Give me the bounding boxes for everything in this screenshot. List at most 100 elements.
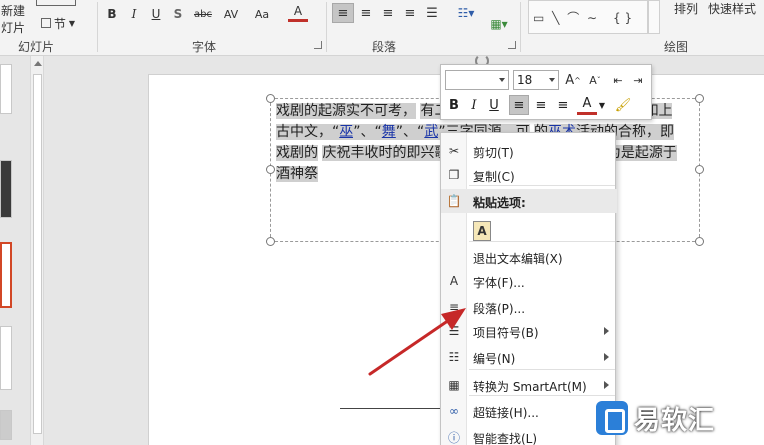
slide-thumbnail[interactable] [0,160,12,218]
mini-align-right-button[interactable]: ≡ [553,95,573,115]
resize-handle[interactable] [266,94,275,103]
slide-line-shape[interactable] [340,408,440,409]
shapes-gallery-scroll[interactable] [648,0,660,34]
paragraph-dialog-launcher[interactable] [508,41,516,49]
strikethrough-button[interactable]: abc [190,4,216,24]
menu-item-numbering[interactable]: ☷ 编号(N) [441,345,617,369]
scrollbar-thumb[interactable] [33,74,42,434]
mini-font-color-button[interactable]: A [577,95,597,115]
character-spacing-button[interactable]: AV [218,4,244,24]
hyperlink-text[interactable]: 舞 [381,124,396,140]
menu-item-label: 编号(N) [473,352,516,366]
change-case-button[interactable]: Aa [248,4,276,24]
chevron-down-icon[interactable]: ▼ [597,95,607,115]
bullets-icon: ☰ [448,324,460,338]
menu-item-paragraph[interactable]: ≡ 段落(P)... [441,295,617,319]
arrange-button[interactable]: 排列 [674,2,698,16]
justify-button[interactable]: ≡ [400,3,420,23]
mini-align-left-button[interactable]: ≡ [509,95,529,115]
menu-item-bullets[interactable]: ☰ 项目符号(B) [441,319,617,343]
new-slide-label: 新建 [0,4,25,18]
smartart-ribbon-icon: ▦▾ [490,17,508,31]
section-label: 节 [53,16,66,31]
smartart-icon: ▦ [448,378,460,392]
menu-item-font[interactable]: A 字体(F)... [441,269,617,293]
menu-item-cut[interactable]: ✂ 剪切(T) [441,139,617,163]
font-color-button[interactable]: A [288,2,308,22]
font-icon: A [449,274,459,288]
paste-text-only-icon: A [473,221,491,241]
menu-item-paste-text-only[interactable]: A [441,217,617,243]
resize-handle[interactable] [266,165,275,174]
menu-item-copy[interactable]: ❐ 复制(C) [441,163,617,187]
align-left-button[interactable]: ≡ [332,3,354,23]
convert-smartart-button[interactable]: ▦▾ [484,14,514,34]
paragraph-group-label: 段落 [372,40,397,54]
hyperlink-text[interactable]: 巫 [339,124,354,140]
mini-bold-button[interactable]: B [445,95,463,115]
menu-item-label: 退出文本编辑(X) [473,252,563,266]
text-run: ”、“ [395,124,425,140]
mini-align-center-button[interactable]: ≡ [531,95,551,115]
resize-handle[interactable] [695,237,704,246]
format-painter-button[interactable]: 🖌 [613,95,633,115]
menu-item-hyperlink[interactable]: ∞ 超链接(H)... [441,399,617,423]
group-divider [326,2,327,52]
menu-item-exit-edit[interactable]: 退出文本编辑(X) [441,245,617,269]
text-run: “ [374,124,382,140]
shapes-gallery[interactable]: ▭ ╲ ⌒ ∼ { } [528,0,648,34]
context-menu: ✂ 剪切(T) ❐ 复制(C) 📋 粘贴选项: A 退出文本编辑(X) A 字体(F)... ≡ 段落… [440,132,617,445]
columns-button[interactable]: ☷▾ [452,3,480,23]
font-name-combobox[interactable] [445,70,509,90]
underline-button[interactable]: U [148,4,164,24]
scroll-up-icon[interactable] [34,61,42,66]
smart-lookup-icon: ⓘ [447,430,460,445]
align-center-icon: ≡ [535,97,547,113]
slide-thumbnail[interactable] [0,410,12,440]
ribbon: 新建 灯片 节 ▼ 幻灯片 B I U S abc AV Aa A 字体 ≡ ≡… [0,0,764,56]
text-run: 庆祝丰收 [322,145,379,161]
section-button[interactable]: 节 ▼ [36,13,80,33]
font-size-combobox[interactable]: 18 [513,70,559,90]
distributed-button[interactable]: ☰ [422,3,442,23]
justify-icon: ≡ [404,5,416,21]
bold-button[interactable]: B [104,4,120,24]
slide-thumbnail[interactable] [0,64,12,114]
increase-indent-button[interactable]: ⇥ [629,71,647,89]
text-run: 有 [420,103,435,119]
slide-thumbnails-pane [0,56,30,445]
submenu-arrow-icon [604,327,609,335]
font-size-value: 18 [517,73,533,87]
grow-font-button[interactable]: A ^ [565,71,581,89]
italic-button[interactable]: I [126,4,142,24]
layout-icon[interactable] [36,0,76,6]
menu-item-smartart[interactable]: ▦ 转换为 SmartArt(M) [441,373,617,397]
mini-italic-button[interactable]: I [465,95,483,115]
align-right-button[interactable]: ≡ [378,3,398,23]
watermark: 易软汇 [596,398,715,438]
format-painter-icon: 🖌 [614,97,632,113]
increase-indent-icon: ⇥ [633,73,643,87]
quick-styles-button[interactable]: 快速样式 [708,2,756,16]
chevron-down-icon[interactable] [549,78,555,82]
slide-thumbnail-selected[interactable] [0,242,12,308]
resize-handle[interactable] [266,237,275,246]
menu-item-label: 段落(P)... [473,302,526,316]
submenu-arrow-icon [604,353,609,361]
thumbnails-scrollbar[interactable] [30,56,44,445]
resize-handle[interactable] [695,94,704,103]
chevron-down-icon: ▼ [68,18,76,28]
text-shadow-button[interactable]: S [170,4,186,24]
font-dialog-launcher[interactable] [314,41,322,49]
slide-thumbnail[interactable] [0,326,12,390]
menu-item-label: 智能查找(L) [473,432,538,445]
align-center-button[interactable]: ≡ [356,3,376,23]
menu-item-smart-lookup[interactable]: ⓘ 智能查找(L) [441,425,617,445]
mini-underline-button[interactable]: U [485,95,503,115]
hyperlink-text[interactable]: 武 [424,124,439,140]
new-slide-button[interactable]: 新建 灯片 [0,2,26,36]
decrease-indent-button[interactable]: ⇤ [609,71,627,89]
chevron-down-icon[interactable] [499,78,505,82]
resize-handle[interactable] [695,165,704,174]
shrink-font-button[interactable]: Aˇ [587,71,603,89]
